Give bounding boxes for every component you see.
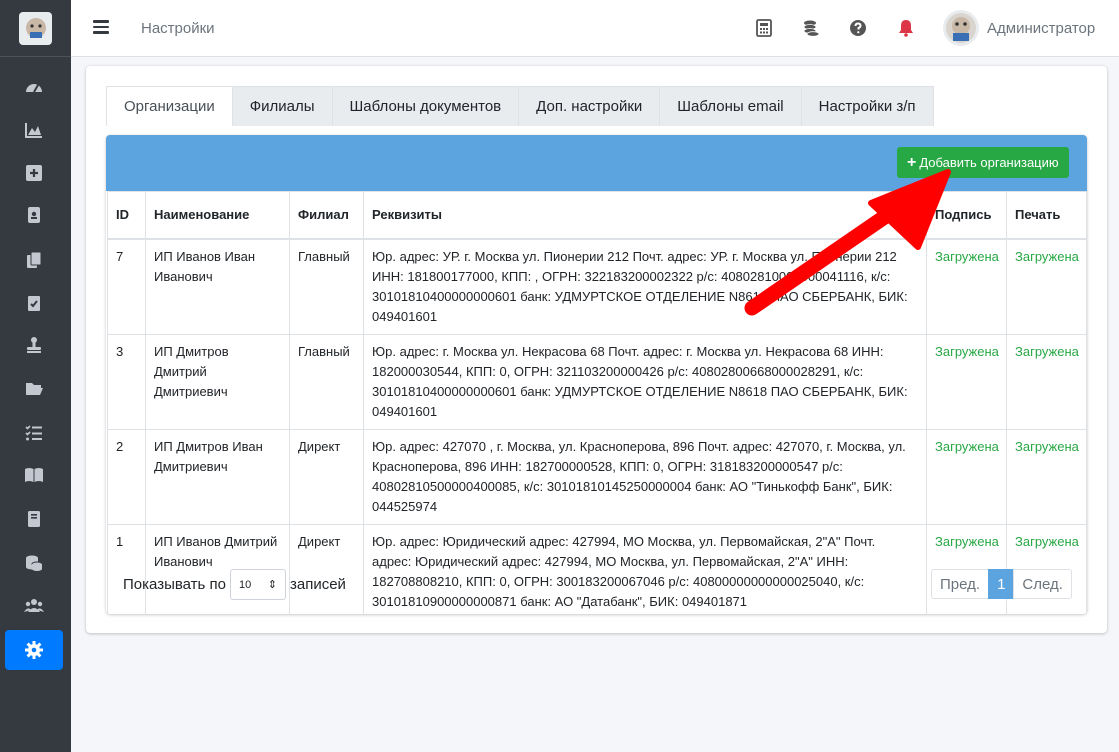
cell-name: ИП Дмитров Дмитрий Дмитриевич xyxy=(145,333,290,430)
cell-name: ИП Дмитров Иван Дмитриевич xyxy=(145,428,290,525)
coins-icon[interactable] xyxy=(801,18,821,38)
col-branch[interactable]: Филиал xyxy=(289,191,364,240)
plus-icon: + xyxy=(907,153,917,171)
page-title: Настройки xyxy=(141,20,215,37)
id-badge-icon[interactable] xyxy=(5,195,63,235)
per-page-value: 10 xyxy=(238,578,252,591)
coins-icon[interactable] xyxy=(5,543,63,583)
table-header-row: ID Наименование Филиал Реквизиты Подпись… xyxy=(107,191,1087,240)
logo-icon xyxy=(19,11,52,45)
cell-details: Юр. адрес: г. Москва ул. Некрасова 68 По… xyxy=(363,333,927,430)
book-open-icon[interactable] xyxy=(5,455,63,495)
cell-signature: Загружена xyxy=(926,333,1007,430)
settings-card: Организации Филиалы Шаблоны документов Д… xyxy=(86,66,1107,633)
help-icon[interactable] xyxy=(848,18,868,38)
add-organization-button[interactable]: + Добавить организацию xyxy=(897,147,1069,178)
select-caret-icon: ⇕ xyxy=(267,579,277,591)
cell-branch: Главный xyxy=(289,238,364,335)
settings-tabs: Организации Филиалы Шаблоны документов Д… xyxy=(106,86,934,126)
cell-signature: Загружена xyxy=(926,238,1007,335)
sidebar xyxy=(0,0,71,752)
cell-id: 7 xyxy=(107,238,146,335)
show-prefix-label: Показывать по xyxy=(123,576,226,593)
cell-details: Юр. адрес: 427070 , г. Москва, ул. Красн… xyxy=(363,428,927,525)
cell-branch: Главный xyxy=(289,333,364,430)
bell-icon[interactable] xyxy=(896,18,916,38)
clipboard-check-icon[interactable] xyxy=(5,283,63,323)
cell-signature: Загружена xyxy=(926,428,1007,525)
avatar[interactable] xyxy=(943,10,979,46)
tab-salary-settings[interactable]: Настройки з/п xyxy=(800,86,934,126)
cell-details: Юр. адрес: Юридический адрес: 427994, МО… xyxy=(363,523,927,614)
folder-open-icon[interactable] xyxy=(5,368,63,408)
show-suffix-label: записей xyxy=(289,576,346,593)
col-details[interactable]: Реквизиты xyxy=(363,191,927,240)
col-name[interactable]: Наименование xyxy=(145,191,290,240)
page-length-control: Показывать по 10 ⇕ записей xyxy=(123,569,346,600)
cell-branch: Директ xyxy=(289,428,364,525)
dashboard-icon[interactable] xyxy=(5,68,63,108)
cell-stamp: Загружена xyxy=(1006,238,1087,335)
tab-organizations[interactable]: Организации xyxy=(106,86,233,126)
cell-details: Юр. адрес: УР. г. Москва ул. Пионерии 21… xyxy=(363,238,927,335)
prev-page-button[interactable]: Пред. xyxy=(931,569,990,599)
chart-area-icon[interactable] xyxy=(5,110,63,150)
cell-id: 2 xyxy=(107,428,146,525)
user-name[interactable]: Администратор xyxy=(987,20,1095,37)
users-icon[interactable] xyxy=(5,586,63,626)
calculator-icon[interactable] xyxy=(754,18,774,38)
col-id[interactable]: ID xyxy=(107,191,146,240)
table-row[interactable]: 7 ИП Иванов Иван Иванович Главный Юр. ад… xyxy=(107,238,1087,335)
table-row[interactable]: 2 ИП Дмитров Иван Дмитриевич Директ Юр. … xyxy=(107,428,1087,525)
top-navbar: Настройки Администратор xyxy=(71,0,1119,57)
table-row[interactable]: 3 ИП Дмитров Дмитрий Дмитриевич Главный … xyxy=(107,333,1087,430)
cell-id: 3 xyxy=(107,333,146,430)
tab-document-templates[interactable]: Шаблоны документов xyxy=(331,86,520,126)
plus-square-icon[interactable] xyxy=(5,153,63,193)
cell-stamp: Загружена xyxy=(1006,333,1087,430)
settings-gear-icon[interactable] xyxy=(5,630,63,670)
page-1-button[interactable]: 1 xyxy=(988,569,1015,599)
stamp-icon[interactable] xyxy=(5,325,63,365)
book-icon[interactable] xyxy=(5,499,63,539)
tab-email-templates[interactable]: Шаблоны email xyxy=(659,86,802,126)
per-page-select[interactable]: 10 ⇕ xyxy=(229,569,286,600)
organizations-panel: + Добавить организацию ID Наименование Ф… xyxy=(106,135,1087,614)
cell-name: ИП Иванов Иван Иванович xyxy=(145,238,290,335)
col-signature[interactable]: Подпись xyxy=(926,191,1007,240)
tab-extra-settings[interactable]: Доп. настройки xyxy=(518,86,661,126)
add-organization-label: Добавить организацию xyxy=(919,155,1059,170)
col-stamp[interactable]: Печать xyxy=(1006,191,1087,240)
brand[interactable] xyxy=(0,0,71,57)
next-page-button[interactable]: След. xyxy=(1013,569,1072,599)
copy-icon[interactable] xyxy=(5,240,63,280)
menu-toggle-icon[interactable] xyxy=(93,20,109,34)
organizations-table: ID Наименование Филиал Реквизиты Подпись… xyxy=(107,191,1087,614)
panel-header: + Добавить организацию xyxy=(106,135,1087,191)
tab-branches[interactable]: Филиалы xyxy=(231,86,333,126)
tasks-icon[interactable] xyxy=(5,413,63,453)
pagination: Пред. 1 След. xyxy=(931,569,1072,599)
cell-stamp: Загружена xyxy=(1006,428,1087,525)
